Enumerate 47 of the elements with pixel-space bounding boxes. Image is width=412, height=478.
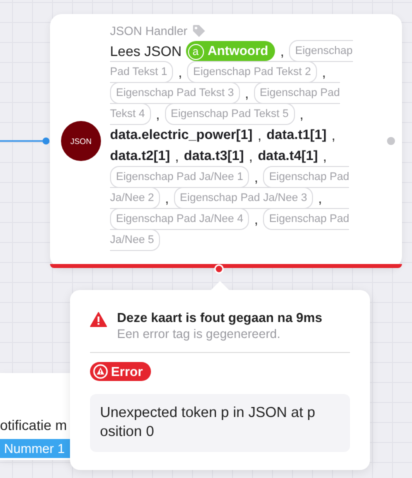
node-title: otificatie m [0,417,67,433]
error-badge: Error [90,362,151,381]
error-port-icon[interactable] [214,264,224,274]
error-subtitle: Een error tag is gegenereerd. [117,326,282,342]
node-type-label: JSON Handler [110,24,188,38]
data-path: data.t1[1] [266,126,326,144]
number-tag: Nummer 1 [0,439,70,458]
property-pill: Eigenschap Pad [254,82,340,104]
separator: , [330,126,336,144]
property-pill: Ja/Nee 5 [110,228,160,250]
data-path: data.t4[1] [258,146,318,164]
property-pill: Eigenschap [289,40,353,62]
node-title: Lees JSON [110,42,182,60]
data-path: data.electric_power[1] [110,126,253,144]
separator: , [248,146,254,164]
property-pill: Eigenschap Pad [263,208,350,230]
data-path: data.t3[1] [184,146,244,164]
separator: , [279,42,286,60]
separator: , [177,62,184,80]
separator: , [154,104,161,122]
separator: , [256,126,262,144]
property-pill: Eigenschap Pad Tekst 2 [187,60,317,82]
separator: , [317,188,324,206]
property-pill: Eigenschap Pad Ja/Nee 1 [110,166,250,188]
warning-icon [90,312,107,327]
property-pill: Eigenschap Pad Tekst 3 [110,82,240,104]
separator: , [253,168,260,186]
separator: , [321,62,327,80]
separator: , [164,188,170,206]
node-avatar: JSON [61,121,101,161]
separator: , [244,84,250,102]
error-message: Unexpected token p in JSON at position 0 [90,394,350,452]
separator: , [174,146,180,164]
data-path: data.t2[1] [110,146,170,164]
answer-badge: a Antwoord [186,40,276,60]
property-pill: Eigenschap Pad Ja/Nee 4 [110,208,250,230]
separator: , [322,146,328,164]
error-title: Deze kaart is fout gegaan na 9ms [117,310,322,326]
property-pill: Eigenschap Pad Tekst 5 [164,102,295,124]
property-pill: Eigenschap Pad [263,166,350,188]
connector-line [0,137,50,145]
property-pill: Pad Tekst 1 [110,60,174,82]
property-pill: Eigenschap Pad Ja/Nee 3 [174,186,314,208]
separator: , [298,104,304,122]
property-pill: Tekst 4 [110,102,151,124]
separator: , [253,210,260,228]
property-pill: Ja/Nee 2 [110,186,160,208]
